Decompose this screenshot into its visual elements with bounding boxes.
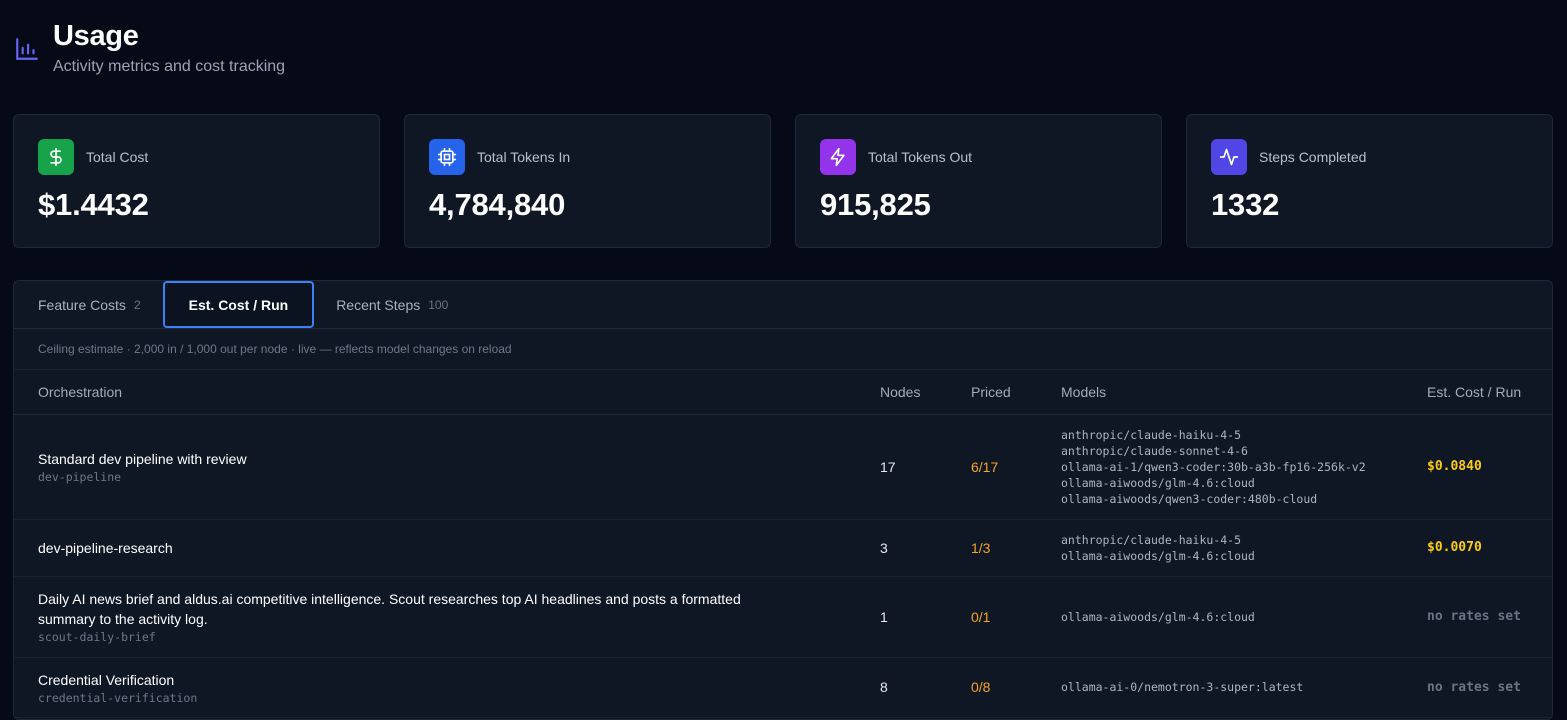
orchestration-slug: credential-verification bbox=[38, 690, 198, 705]
priced-count: 0/8 bbox=[971, 657, 1061, 718]
orchestration-title: Standard dev pipeline with review bbox=[38, 451, 247, 467]
column-header-orchestration[interactable]: Orchestration bbox=[14, 370, 880, 415]
estimate-note: Ceiling estimate · 2,000 in / 1,000 out … bbox=[14, 329, 1552, 370]
model-name: ollama-aiwoods/glm-4.6:cloud bbox=[1061, 548, 1255, 563]
tab-recent-steps[interactable]: Recent Steps 100 bbox=[336, 281, 448, 328]
metric-value: 1332 bbox=[1211, 187, 1280, 222]
model-name: ollama-ai-1/qwen3-coder:30b-a3b-fp16-256… bbox=[1061, 459, 1366, 474]
activity-icon bbox=[1211, 139, 1247, 175]
model-name: anthropic/claude-haiku-4-5 bbox=[1061, 427, 1242, 442]
bar-chart-icon bbox=[16, 38, 38, 60]
priced-count: 1/3 bbox=[971, 519, 1061, 577]
column-header-models[interactable]: Models bbox=[1061, 370, 1427, 415]
model-name: ollama-aiwoods/glm-4.6:cloud bbox=[1061, 475, 1255, 490]
table-header-row: Orchestration Nodes Priced Models Est. C… bbox=[14, 370, 1552, 415]
metric-label: Total Tokens In bbox=[477, 149, 571, 165]
metric-cards: Total Cost $1.4432 Total Tokens In 4,784… bbox=[13, 114, 1553, 248]
tab-label: Feature Costs bbox=[38, 296, 126, 313]
page-header: Usage Activity metrics and cost tracking bbox=[14, 18, 285, 76]
orchestration-title: Credential Verification bbox=[38, 671, 175, 688]
metric-value: 4,784,840 bbox=[429, 187, 566, 222]
metric-value: $1.4432 bbox=[38, 187, 149, 222]
table-row[interactable]: Credential Verification credential-verif… bbox=[14, 657, 1552, 718]
orchestration-table: Orchestration Nodes Priced Models Est. C… bbox=[14, 370, 1552, 718]
column-header-est-cost[interactable]: Est. Cost / Run bbox=[1427, 370, 1552, 415]
metric-card-tokens-out: Total Tokens Out 915,825 bbox=[795, 114, 1162, 248]
model-name: anthropic/claude-haiku-4-5 bbox=[1061, 532, 1242, 547]
node-count: 17 bbox=[880, 414, 971, 520]
column-header-nodes[interactable]: Nodes bbox=[880, 370, 971, 415]
orchestration-title: dev-pipeline-research bbox=[38, 539, 173, 556]
lightning-icon bbox=[820, 139, 856, 175]
tab-count: 2 bbox=[133, 297, 141, 312]
orchestration-title: Daily AI news brief and aldus.ai competi… bbox=[38, 591, 741, 627]
tab-label: Est. Cost / Run bbox=[188, 296, 289, 313]
tab-count: 100 bbox=[428, 297, 449, 312]
node-count: 3 bbox=[880, 519, 971, 577]
node-count: 1 bbox=[880, 576, 971, 658]
est-cost-value: $0.0070 bbox=[1427, 519, 1552, 577]
est-cost-value: $0.0840 bbox=[1427, 414, 1552, 520]
metric-label: Total Cost bbox=[86, 149, 149, 165]
cost-panel: Feature Costs 2 Est. Cost / Run Recent S… bbox=[13, 280, 1553, 720]
metric-label: Steps Completed bbox=[1259, 149, 1367, 165]
column-header-priced[interactable]: Priced bbox=[971, 370, 1061, 415]
model-name: ollama-aiwoods/qwen3-coder:480b-cloud bbox=[1061, 491, 1318, 506]
cpu-icon bbox=[429, 139, 465, 175]
page-subtitle: Activity metrics and cost tracking bbox=[53, 58, 286, 75]
tab-feature-costs[interactable]: Feature Costs 2 bbox=[38, 281, 141, 328]
model-name: ollama-ai-0/nemotron-3-super:latest bbox=[1061, 680, 1304, 694]
tab-label: Recent Steps bbox=[336, 296, 421, 313]
est-cost-value: no rates set bbox=[1427, 657, 1552, 718]
tab-bar: Feature Costs 2 Est. Cost / Run Recent S… bbox=[14, 281, 1552, 329]
tab-est-cost-run[interactable]: Est. Cost / Run bbox=[162, 281, 315, 328]
node-count: 8 bbox=[880, 657, 971, 718]
est-cost-value: no rates set bbox=[1427, 576, 1552, 658]
page-title: Usage bbox=[53, 20, 139, 52]
table-row[interactable]: Standard dev pipeline with review dev-pi… bbox=[14, 414, 1552, 520]
priced-count: 6/17 bbox=[971, 414, 1061, 520]
dollar-icon bbox=[38, 139, 74, 175]
metric-label: Total Tokens Out bbox=[868, 149, 973, 165]
orchestration-slug: dev-pipeline bbox=[38, 470, 122, 484]
model-name: anthropic/claude-sonnet-4-6 bbox=[1061, 443, 1248, 458]
metric-card-total-cost: Total Cost $1.4432 bbox=[13, 114, 380, 248]
table-row[interactable]: dev-pipeline-research 3 1/3 anthropic/cl… bbox=[14, 519, 1552, 577]
table-row[interactable]: Daily AI news brief and aldus.ai competi… bbox=[14, 576, 1552, 658]
priced-count: 0/1 bbox=[971, 576, 1061, 658]
metric-value: 915,825 bbox=[820, 187, 931, 222]
orchestration-slug: scout-daily-brief bbox=[38, 630, 156, 644]
metric-card-steps: Steps Completed 1332 bbox=[1186, 114, 1553, 248]
model-name: ollama-aiwoods/glm-4.6:cloud bbox=[1061, 609, 1255, 624]
metric-card-tokens-in: Total Tokens In 4,784,840 bbox=[404, 114, 771, 248]
